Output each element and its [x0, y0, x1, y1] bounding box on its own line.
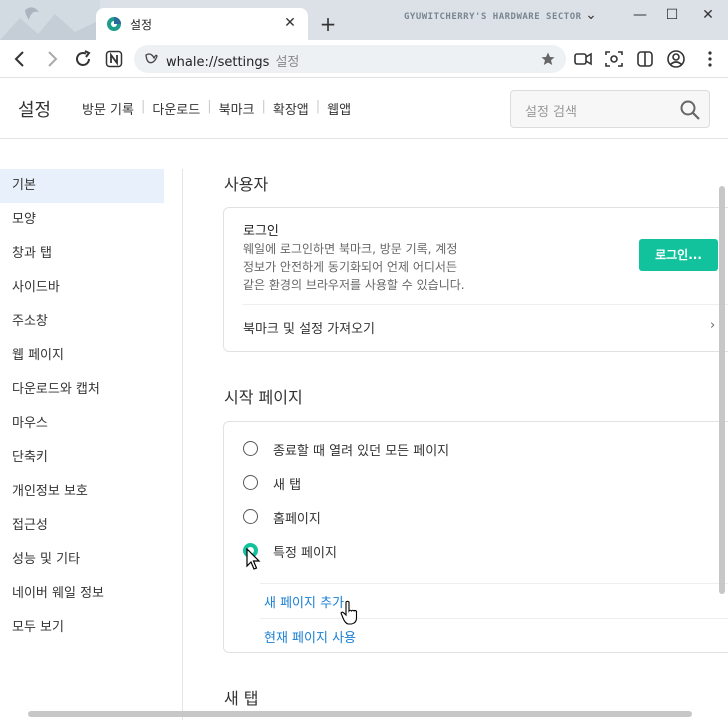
radio-label: 특정 페이지	[273, 546, 337, 561]
sidebar-item-show-all[interactable]: 모두 보기	[0, 611, 164, 645]
divider	[260, 583, 728, 584]
new-tab-button[interactable]: +	[318, 14, 338, 34]
split-view-icon[interactable]	[635, 49, 655, 69]
whale-settings-favicon-icon	[107, 17, 121, 31]
search-icon[interactable]	[679, 99, 701, 121]
back-icon[interactable]	[10, 49, 30, 69]
login-description: 웨일에 로그인하면 북마크, 방문 기록, 계정 정보가 안전하게 동기화되어 …	[243, 242, 465, 292]
reload-icon[interactable]	[73, 49, 93, 69]
bookmark-star-icon[interactable]	[540, 51, 556, 67]
sidebar-item-download-capture[interactable]: 다운로드와 캡처	[0, 373, 164, 407]
radio-button[interactable]	[243, 475, 258, 490]
radio-button[interactable]	[243, 509, 258, 524]
settings-header: 설정 방문 기록 | 다운로드 | 북마크 | 확장앱 | 웹앱 설정 검색	[0, 79, 728, 139]
header-links: 방문 기록 | 다운로드 | 북마크 | 확장앱 | 웹앱	[82, 99, 352, 118]
link-history[interactable]: 방문 기록	[82, 99, 134, 118]
login-button[interactable]: 로그인...	[639, 239, 718, 271]
forward-icon[interactable]	[42, 49, 62, 69]
link-downloads[interactable]: 다운로드	[152, 99, 200, 118]
sidebar-item-performance[interactable]: 성능 및 기타	[0, 543, 164, 577]
sidebar-item-basic[interactable]: 기본	[0, 169, 164, 203]
video-icon[interactable]	[573, 49, 593, 69]
section-title-user: 사용자	[224, 175, 269, 194]
import-bookmarks-settings[interactable]: 북마크 및 설정 가져오기	[243, 318, 375, 337]
address-bar[interactable]: whale://settings 설정	[134, 45, 566, 73]
sidebar-item-address-bar[interactable]: 주소창	[0, 305, 164, 339]
tab-list-chevron-icon[interactable]: ⌄	[580, 4, 602, 26]
horizontal-scrollbar[interactable]	[28, 711, 692, 717]
section-title-new-tab: 새 탭	[224, 689, 259, 708]
radio-button[interactable]	[243, 441, 258, 456]
use-current-page-link[interactable]: 현재 페이지 사용	[264, 627, 356, 646]
sidebar-item-web-page[interactable]: 웹 페이지	[0, 339, 164, 373]
sidebar-item-accessibility[interactable]: 접근성	[0, 509, 164, 543]
more-menu-icon[interactable]	[700, 49, 720, 69]
section-title-start-page: 시작 페이지	[224, 388, 303, 407]
radio-label: 종료할 때 열려 있던 모든 페이지	[273, 444, 450, 459]
tab-settings[interactable]: 설정 ✕	[96, 8, 308, 40]
radio-label: 홈페이지	[273, 512, 321, 527]
divider	[260, 618, 728, 619]
watermark: GYUWITCHERRY'S HARDWARE SECTOR	[404, 12, 582, 22]
login-title: 로그인	[243, 224, 279, 239]
close-tab-icon[interactable]: ✕	[282, 15, 298, 31]
link-bookmarks[interactable]: 북마크	[219, 99, 255, 118]
maximize-icon[interactable]: ☐	[661, 4, 683, 26]
whale-logo-icon	[145, 53, 158, 64]
sidebar-item-about[interactable]: 네이버 웨일 정보	[0, 577, 164, 611]
sidebar-item-mouse[interactable]: 마우스	[0, 407, 164, 441]
capture-icon[interactable]	[604, 49, 624, 69]
search-placeholder: 설정 검색	[525, 105, 577, 120]
profile-icon[interactable]	[666, 49, 686, 69]
add-new-page-link[interactable]: 새 페이지 추가	[264, 592, 344, 611]
link-extensions[interactable]: 확장앱	[273, 99, 309, 118]
sidebar-item-sidebar[interactable]: 사이드바	[0, 271, 164, 305]
user-card: 로그인 웨일에 로그인하면 북마크, 방문 기록, 계정 정보가 안전하게 동기…	[223, 207, 728, 352]
chevron-right-icon[interactable]: ›	[710, 318, 715, 333]
vertical-scrollbar[interactable]	[719, 186, 725, 594]
url-text: whale://settings 설정	[166, 55, 300, 70]
divider	[243, 304, 728, 305]
title-bar: 설정 ✕ + GYUWITCHERRY'S HARDWARE SECTOR ⌄ …	[0, 0, 728, 40]
sidebar-divider	[182, 169, 183, 720]
settings-sidebar: 기본 모양 창과 탭 사이드바 주소창 웹 페이지 다운로드와 캡처 마우스 단…	[0, 169, 164, 645]
hand-cursor-icon	[340, 600, 358, 625]
sidebar-item-privacy[interactable]: 개인정보 보호	[0, 475, 164, 509]
settings-search-input[interactable]: 설정 검색	[510, 90, 710, 128]
background-art	[0, 0, 100, 40]
sidebar-item-appearance[interactable]: 모양	[0, 203, 164, 237]
page-title: 설정	[18, 100, 52, 121]
sidebar-item-shortcuts[interactable]: 단축키	[0, 441, 164, 475]
radio-label: 새 탭	[273, 478, 302, 493]
minimize-icon[interactable]: —	[629, 4, 651, 26]
toolbar: whale://settings 설정	[0, 40, 728, 78]
close-window-icon[interactable]: ✕	[697, 4, 719, 26]
tab-title: 설정	[130, 18, 153, 32]
arrow-cursor-icon	[246, 548, 261, 570]
sidebar-item-windows-tabs[interactable]: 창과 탭	[0, 237, 164, 271]
naver-icon[interactable]	[104, 49, 124, 69]
start-page-card: 종료할 때 열려 있던 모든 페이지 새 탭 홈페이지 특정 페이지 새 페이지…	[223, 421, 728, 653]
link-webapps[interactable]: 웹앱	[327, 99, 351, 118]
